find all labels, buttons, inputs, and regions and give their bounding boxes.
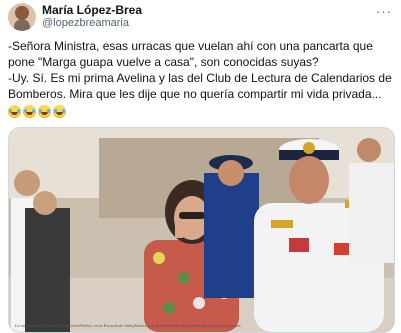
laughing-emoji-icon <box>23 105 36 118</box>
avatar[interactable] <box>8 3 36 31</box>
more-options-icon[interactable]: ··· <box>376 4 392 19</box>
tweet-photo[interactable]: La ministra de Defensa, Margarita Robles… <box>8 127 395 333</box>
tweet-text-line2: -Uy. Sí. Es mi prima Avelina y las del C… <box>8 70 393 102</box>
tweet-text: -Señora Ministra, esas urracas que vuela… <box>8 38 393 120</box>
tweet-text-line1: -Señora Ministra, esas urracas que vuela… <box>8 39 373 69</box>
emoji-row <box>8 104 393 120</box>
laughing-emoji-icon <box>53 105 66 118</box>
author-handle[interactable]: @lopezbreamaria <box>42 17 129 29</box>
photo-illustration <box>9 128 394 332</box>
laughing-emoji-icon <box>38 105 51 118</box>
laughing-emoji-icon <box>8 105 21 118</box>
author-name[interactable]: María López-Brea <box>42 3 142 17</box>
photo-caption: La ministra de Defensa, Margarita Robles… <box>15 323 242 328</box>
tweet-text-line2-content: -Uy. Sí. Es mi prima Avelina y las del C… <box>8 71 392 101</box>
